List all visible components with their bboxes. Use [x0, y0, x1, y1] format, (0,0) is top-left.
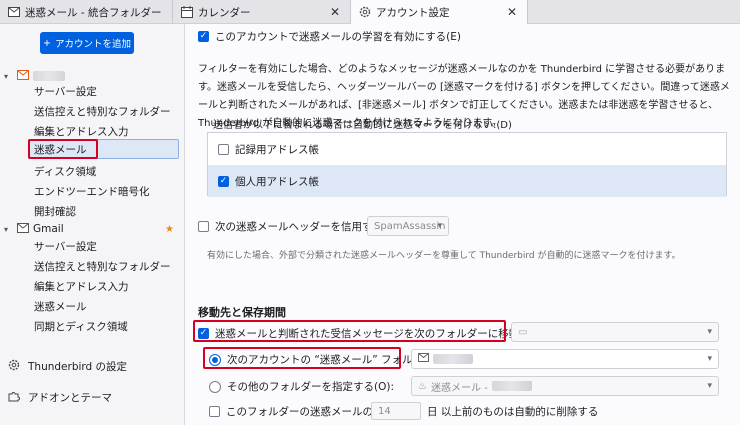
sidebar-item-copies-folders[interactable]: 送信控えと特別なフォルダー [34, 102, 171, 120]
radio-other-folder[interactable] [209, 380, 221, 393]
sidebar-item-disk[interactable]: ディスク領域 [34, 162, 96, 180]
whitelist-item[interactable]: 記録用アドレス帳 [208, 133, 726, 165]
auto-delete-checkbox[interactable] [209, 406, 220, 417]
gear-icon [359, 6, 371, 18]
sidebar-item-composition[interactable]: 編集とアドレス入力 [34, 277, 129, 295]
gear-icon [8, 359, 20, 374]
account-name-redacted [433, 354, 473, 364]
account-sidebar: + アカウントを追加 ▾ サーバー設定 送信控えと特別なフォルダー 編集とアドレ… [0, 24, 184, 425]
highlight-box [28, 139, 98, 159]
sidebar-item-sync-disk[interactable]: 同期とディスク領域 [34, 317, 128, 335]
chevron-down-icon: ▾ [4, 224, 9, 234]
folder-name-redacted [491, 381, 532, 391]
calendar-icon [181, 6, 193, 18]
thunderbird-settings-link[interactable]: Thunderbird の設定 [8, 357, 127, 375]
sidebar-item-e2e[interactable]: エンドツーエンド暗号化 [34, 182, 150, 200]
mail-account-icon [17, 69, 29, 83]
junk-folder-icon: ♨ [418, 380, 427, 392]
chevron-down-icon: ▾ [707, 354, 712, 364]
chevron-down-icon: ▾ [4, 71, 9, 81]
tab-label: アカウント設定 [376, 6, 450, 19]
chevron-down-icon: ▾ [707, 381, 712, 391]
account-name-redacted [33, 71, 65, 81]
default-star-icon: ★ [165, 224, 174, 235]
mail-account-icon [418, 353, 429, 365]
account-name: Gmail [33, 223, 64, 235]
tab-label: 迷惑メール - 統合フォルダー [25, 6, 162, 19]
trust-header-select[interactable]: SpamAssassin ▾ [367, 216, 449, 236]
chevron-down-icon: ▾ [707, 327, 712, 337]
add-account-button[interactable]: + アカウントを追加 [40, 32, 134, 54]
enable-learning-checkbox[interactable]: ✓ [198, 31, 209, 42]
tab-account-settings[interactable]: アカウント設定 ✕ [350, 0, 528, 24]
whitelist-checkbox[interactable]: ✓ [218, 175, 229, 187]
puzzle-icon [8, 390, 20, 405]
whitelist-item[interactable]: ✓ 個人用アドレス帳 [208, 165, 726, 197]
plus-icon: + [43, 37, 51, 49]
mail-account-icon [17, 222, 29, 236]
section-title: 移動先と保存期間 [198, 306, 286, 319]
other-folder-select[interactable]: ♨ 迷惑メール - ▾ [411, 376, 719, 396]
sidebar-item-server[interactable]: サーバー設定 [34, 82, 97, 100]
radio-other-folder-row[interactable]: その他のフォルダーを指定する(O): [209, 379, 394, 394]
whitelist-listbox: 記録用アドレス帳 ✓ 個人用アドレス帳 [207, 132, 727, 197]
trust-header-description: 有効にした場合、外部で分類された迷惑メールヘッダーを尊重して Thunderbi… [207, 251, 681, 261]
auto-delete-suffix: 日 以上前のものは自動的に削除する [427, 406, 599, 418]
account-gmail-header[interactable]: ▾ Gmail [4, 221, 64, 237]
tab-junk-unified[interactable]: 迷惑メール - 統合フォルダー [0, 0, 172, 24]
tab-bar: 迷惑メール - 統合フォルダー カレンダー ✕ アカウント設定 ✕ [0, 0, 740, 24]
close-icon[interactable]: ✕ [328, 5, 342, 19]
enable-learning-row[interactable]: ✓ このアカウントで迷惑メールの学習を有効にする(E) [198, 29, 461, 44]
sidebar-item-composition[interactable]: 編集とアドレス入力 [34, 122, 129, 140]
tab-label: カレンダー [198, 6, 251, 19]
highlight-box [203, 347, 401, 369]
sidebar-item-server[interactable]: サーバー設定 [34, 237, 97, 255]
whitelist-label: 送信者が以下に含まれる場合は自動的に迷惑マークを付けない:(D) [213, 120, 512, 131]
account-select[interactable]: ▾ [411, 349, 719, 369]
envelope-icon [8, 6, 20, 18]
whitelist-checkbox[interactable] [218, 143, 229, 155]
sidebar-item-junk[interactable]: 迷惑メール [34, 297, 87, 315]
sidebar-item-receipts[interactable]: 開封確認 [34, 202, 76, 220]
chevron-down-icon: ▾ [437, 221, 442, 231]
move-folder-select[interactable]: ▭ ▾ [511, 322, 719, 342]
close-icon[interactable]: ✕ [505, 5, 519, 19]
highlight-box [193, 320, 506, 342]
trust-header-checkbox[interactable] [198, 221, 209, 232]
tab-calendar[interactable]: カレンダー ✕ [172, 0, 350, 24]
delete-days-stepper[interactable]: 14 [371, 402, 421, 420]
addons-themes-link[interactable]: アドオンとテーマ [8, 388, 112, 406]
folder-icon: ▭ [518, 326, 528, 338]
sidebar-item-copies-folders[interactable]: 送信控えと特別なフォルダー [34, 257, 171, 275]
junk-settings-panel: ✓ このアカウントで迷惑メールの学習を有効にする(E) フィルターを有効にした場… [184, 24, 740, 425]
